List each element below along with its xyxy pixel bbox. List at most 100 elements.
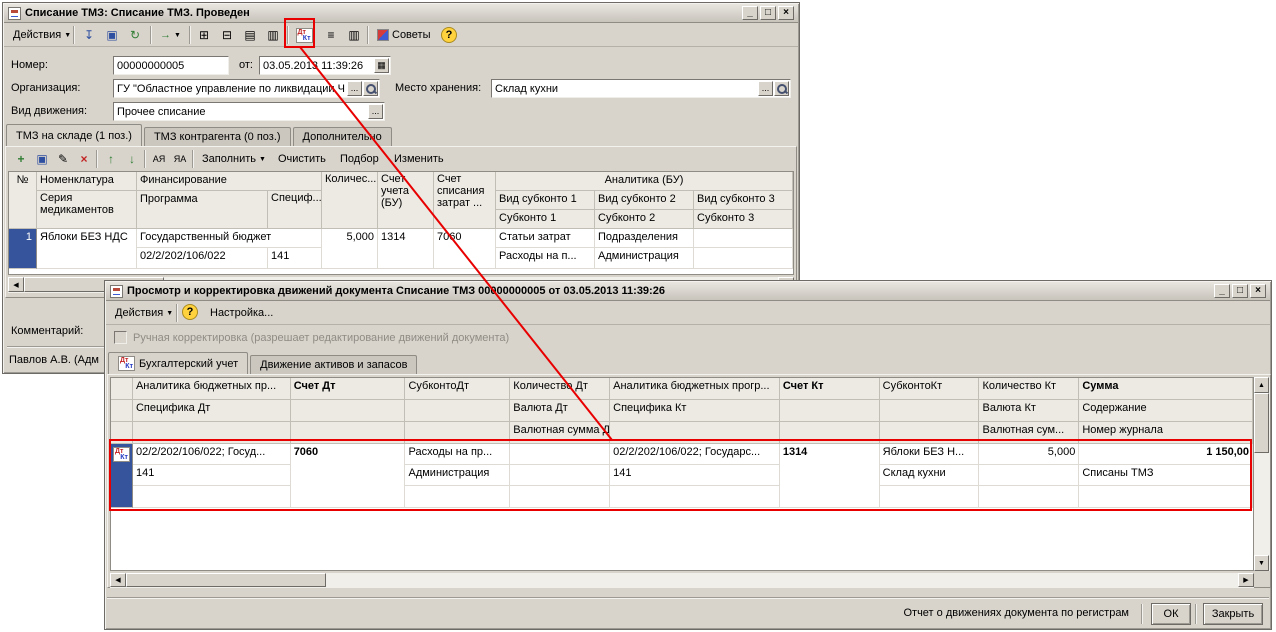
subordination-structure-icon[interactable]: ⊞	[193, 25, 215, 45]
actions-menu-button[interactable]: Действия ▼	[7, 25, 77, 45]
column-header-sub1[interactable]: Субконто 1	[496, 210, 595, 229]
fill-menu-button[interactable]: Заполнить ▼	[196, 149, 272, 169]
window1-titlebar[interactable]: Списание ТМЗ: Списание ТМЗ. Проведен _ □…	[4, 4, 798, 23]
column-header-blank[interactable]	[291, 422, 406, 444]
ok-button[interactable]: ОК	[1151, 603, 1191, 625]
movements-report-button[interactable]: Отчет о движениях документа по регистрам	[897, 603, 1135, 623]
cell-subtype3[interactable]	[694, 229, 793, 248]
column-header-analytics-kt[interactable]: Аналитика бюджетных прогр...	[610, 378, 780, 400]
tab-additional[interactable]: Дополнительно	[293, 127, 392, 146]
column-header-subconto-kt[interactable]: СубконтоКт	[880, 378, 980, 400]
cell-analytics-dt[interactable]: 02/2/202/106/022; Госуд...	[133, 444, 291, 465]
post-document-icon[interactable]: ↧	[78, 25, 100, 45]
cell-blank[interactable]	[610, 486, 780, 508]
related-documents-icon[interactable]: ⊟	[216, 25, 238, 45]
cell-subtype2[interactable]: Подразделения	[595, 229, 694, 248]
cell-sub1[interactable]: Расходы на п...	[496, 248, 595, 269]
scrollbar-thumb[interactable]	[126, 573, 326, 587]
tab-tmz-counterparty[interactable]: ТМЗ контрагента (0 поз.)	[144, 127, 291, 146]
scroll-down-icon[interactable]: ▼	[1254, 555, 1269, 571]
cell-account-dt[interactable]: 7060	[291, 444, 406, 508]
actions-menu-button[interactable]: Действия ▼	[109, 303, 179, 323]
edit-row-icon[interactable]: ✎	[52, 149, 74, 169]
add-row-icon[interactable]: +	[10, 149, 32, 169]
cell-qty[interactable]: 5,000	[322, 229, 378, 269]
column-header-qty-dt[interactable]: Количество Дт	[510, 378, 610, 400]
cell-financing[interactable]: Государственный бюджет	[137, 229, 322, 248]
help-icon[interactable]: ?	[182, 304, 198, 320]
column-header-blank[interactable]	[780, 422, 880, 444]
cell-cursum-dt[interactable]	[510, 486, 610, 508]
scrollbar-thumb[interactable]	[1254, 393, 1269, 453]
cell-sub3[interactable]	[694, 248, 793, 269]
column-header-sub3[interactable]: Субконто 3	[694, 210, 793, 229]
number-field[interactable]: 00000000005	[113, 56, 229, 75]
choose-button[interactable]: ...	[368, 104, 383, 119]
column-header-blank[interactable]	[880, 400, 980, 422]
copy-icon[interactable]: ▣	[101, 25, 123, 45]
column-header-account-dt[interactable]: Счет Дт	[291, 378, 406, 400]
cell-subconto-kt-1[interactable]: Яблоки БЕЗ Н...	[880, 444, 980, 465]
report-structure-icon[interactable]: ≡	[320, 25, 342, 45]
close-icon[interactable]: ×	[1250, 284, 1266, 298]
scroll-left-icon[interactable]: ◀	[110, 573, 126, 587]
cell-sub2[interactable]: Администрация	[595, 248, 694, 269]
cell-nomenclature[interactable]: Яблоки БЕЗ НДС	[37, 229, 137, 269]
copy-row-icon[interactable]: ▣	[31, 149, 53, 169]
maximize-icon[interactable]: □	[760, 6, 776, 20]
search-icon[interactable]	[363, 81, 378, 96]
vertical-scrollbar[interactable]: ▲ ▼	[1254, 377, 1270, 571]
cell-qty-dt[interactable]	[510, 444, 610, 465]
cell-subconto-dt-1[interactable]: Расходы на пр...	[405, 444, 510, 465]
clear-button[interactable]: Очистить	[272, 149, 332, 169]
cell-spec-dt[interactable]: 141	[133, 465, 291, 486]
organization-field[interactable]: ГУ "Областное управление по ликвидации Ч…	[113, 79, 380, 98]
column-header-subtype1[interactable]: Вид субконто 1	[496, 191, 595, 210]
delete-row-icon[interactable]: ×	[73, 149, 95, 169]
search-icon[interactable]	[774, 81, 789, 96]
cell-sum[interactable]: 1 150,00	[1079, 444, 1253, 465]
column-header-qty[interactable]: Количес...	[322, 172, 378, 229]
row-selector[interactable]: 1	[9, 229, 37, 269]
scroll-up-icon[interactable]: ▲	[1254, 377, 1269, 393]
column-header-subtype2[interactable]: Вид субконто 2	[595, 191, 694, 210]
calendar-icon[interactable]: ▦	[374, 58, 389, 73]
manual-correction-checkbox[interactable]	[114, 331, 127, 344]
move-down-icon[interactable]: ↓	[121, 149, 143, 169]
cell-account-kt[interactable]: 1314	[780, 444, 880, 508]
posting-row[interactable]: ДтКт 02/2/202/106/022; Госуд... 141 7060…	[111, 444, 1253, 508]
column-header-series[interactable]: Серия медикаментов	[37, 191, 137, 229]
cell-blank[interactable]	[880, 486, 980, 508]
cell-spec[interactable]: 141	[268, 248, 322, 269]
choose-button[interactable]: ...	[758, 81, 773, 96]
column-header-blank[interactable]	[291, 400, 406, 422]
column-header-blank[interactable]	[111, 422, 133, 444]
cell-blank[interactable]	[405, 486, 510, 508]
column-header-blank[interactable]	[780, 400, 880, 422]
column-header-spec-kt[interactable]: Специфика Кт	[610, 400, 780, 422]
tab-tmz-warehouse[interactable]: ТМЗ на складе (1 поз.)	[6, 124, 142, 146]
column-header-writeoff-account[interactable]: Счет списания затрат ...	[434, 172, 496, 229]
cell-subtype1[interactable]: Статьи затрат	[496, 229, 595, 248]
window2-titlebar[interactable]: Просмотр и корректировка движений докуме…	[106, 282, 1270, 301]
minimize-icon[interactable]: _	[1214, 284, 1230, 298]
movements-icon[interactable]: ▥	[262, 25, 284, 45]
help-icon[interactable]: ?	[441, 27, 457, 43]
cell-currency-dt[interactable]	[510, 465, 610, 486]
column-header-content[interactable]: Содержание	[1079, 400, 1253, 422]
column-header-blank[interactable]	[610, 422, 780, 444]
cell-subconto-kt-2[interactable]: Склад кухни	[880, 465, 980, 486]
cell-account[interactable]: 1314	[378, 229, 434, 269]
values-list-icon[interactable]: ▥	[343, 25, 365, 45]
cell-program[interactable]: 02/2/202/106/022	[137, 248, 268, 269]
column-header-analytics-dt[interactable]: Аналитика бюджетных пр...	[133, 378, 291, 400]
row-selector[interactable]: ДтКт	[111, 444, 133, 508]
cell-content[interactable]: Списаны ТМЗ	[1079, 465, 1253, 486]
column-header-cursum-dt[interactable]: Валютная сумма Дт	[510, 422, 610, 444]
column-header-subtype3[interactable]: Вид субконто 3	[694, 191, 793, 210]
column-header-analytics[interactable]: Аналитика (БУ)	[496, 172, 793, 191]
dtkt-postings-button[interactable]: ДтКт	[292, 25, 316, 45]
column-header-currency-dt[interactable]: Валюта Дт	[510, 400, 610, 422]
cell-journal[interactable]	[1079, 486, 1253, 508]
close-icon[interactable]: ×	[778, 6, 794, 20]
